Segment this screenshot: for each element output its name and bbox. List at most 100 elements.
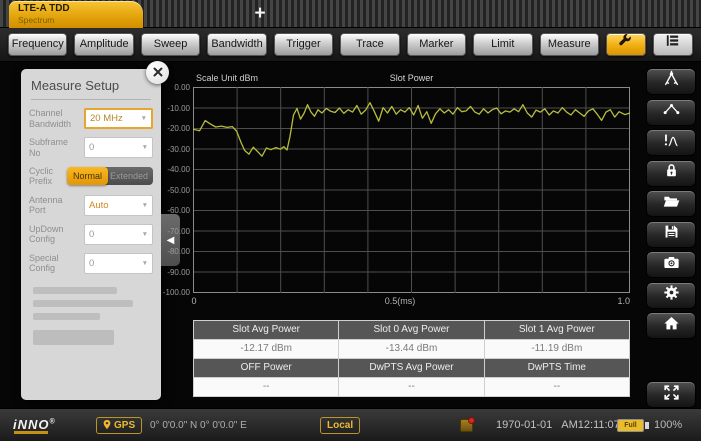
battery-tip [645, 422, 649, 429]
side-toolbar [641, 62, 701, 408]
y-tick-label: -50.00 [167, 185, 190, 195]
table-value-cell: -- [194, 378, 339, 396]
chart-title: Slot Power [389, 73, 434, 83]
subframe-no-dropdown[interactable]: 0 ▼ [84, 137, 153, 158]
lock-button[interactable] [646, 159, 696, 187]
field-special-config: Special Config 0 ▼ [29, 252, 153, 274]
x-tick-0: 0 [191, 296, 197, 306]
table-header-cell: DwPTS Time [484, 359, 629, 377]
y-tick-label: 0.00 [174, 83, 190, 92]
alert-badge [468, 417, 475, 424]
sweep-button[interactable]: Sweep [140, 33, 201, 56]
marker-button[interactable]: Marker [406, 33, 467, 56]
field-antenna-port: Antenna Port Auto ▼ [29, 194, 153, 216]
trigger-button[interactable]: Trigger [273, 33, 334, 56]
tab-lte-a-tdd[interactable]: LTE-A TDD Spectrum [9, 1, 143, 28]
table-row: -- -- -- [194, 378, 629, 396]
datetime: 1970-01-01 AM12:11:07 [496, 419, 620, 431]
local-mode-badge[interactable]: Local [320, 417, 361, 434]
home-button[interactable] [646, 312, 696, 339]
field-updown-config: UpDown Config 0 ▼ [29, 223, 153, 245]
table-row: -12.17 dBm -13.44 dBm -11.19 dBm [194, 340, 629, 358]
table-value-cell: -12.17 dBm [194, 340, 339, 358]
date-label: 1970-01-01 [496, 419, 553, 431]
antenna-port-dropdown[interactable]: Auto ▼ [84, 194, 153, 216]
menu-list-icon [664, 34, 681, 55]
trace-nodes-button[interactable] [646, 98, 696, 126]
wrench-icon [617, 34, 634, 55]
field-label: Antenna Port [29, 194, 63, 216]
slot-power-chart [193, 87, 630, 293]
compass-tool-icon [662, 70, 681, 94]
y-tick-label: -60.00 [167, 206, 190, 215]
table-header-cell: DwPTS Avg Power [339, 359, 484, 377]
field-cyclic-prefix: Cyclic Prefix Normal Extended [29, 166, 153, 187]
y-axis-labels: 0.00 -10.00 -20.00 -30.00 -40.00 -50.00 -60.00… [160, 72, 190, 320]
new-tab-button[interactable]: + [248, 2, 272, 26]
main-area: Measure Setup Channel Bandwidth 20 MHz ▼… [0, 61, 701, 408]
alert-icon[interactable] [460, 417, 475, 432]
spectrum-analyzer-screen: LTE-A TDD Spectrum + Frequency Amplitude… [0, 0, 701, 441]
table-header-cell: Slot 1 Avg Power [484, 321, 629, 339]
compass-tool-button[interactable] [646, 68, 696, 95]
toggle-option-extended[interactable]: Extended [104, 167, 153, 186]
updown-config-dropdown[interactable]: 0 ▼ [84, 223, 153, 245]
tab-title: LTE-A TDD [18, 3, 70, 14]
special-config-dropdown[interactable]: 0 ▼ [84, 252, 153, 274]
x-tick-end: 1.0 [617, 296, 630, 306]
tab-subtitle: Spectrum [18, 15, 55, 25]
field-label: UpDown Config [29, 223, 64, 245]
chevron-down-icon: ▼ [141, 230, 148, 238]
dropdown-value: 0 [89, 257, 95, 269]
battery-percent: 100% [654, 419, 683, 431]
ghost-text-lines [33, 287, 149, 345]
screenshot-button[interactable] [646, 251, 696, 278]
bandwidth-button[interactable]: Bandwidth [207, 33, 267, 56]
field-label: Channel Bandwidth [29, 108, 72, 129]
slot-power-chart-area: Scale Unit dBm Slot Power 0.00 -10.00 -20.… [160, 72, 635, 320]
chevron-down-icon: ▼ [141, 201, 148, 209]
chevron-down-icon: ▼ [141, 259, 148, 267]
results-table: Slot Avg Power Slot 0 Avg Power Slot 1 A… [193, 320, 630, 397]
amplitude-button[interactable]: Amplitude [74, 33, 134, 56]
gps-label: GPS [114, 420, 136, 431]
home-icon [662, 314, 681, 338]
limit-button[interactable]: Limit [473, 33, 533, 56]
chevron-down-icon: ▼ [141, 144, 148, 151]
table-value-cell: -11.19 dBm [484, 340, 629, 358]
y-tick-label: -30.00 [167, 144, 190, 154]
channel-bandwidth-dropdown[interactable]: 20 MHz ▼ [84, 108, 153, 129]
table-row: OFF Power DwPTS Avg Power DwPTS Time [194, 359, 629, 377]
trace-button[interactable]: Trace [340, 33, 400, 56]
lock-icon [662, 161, 681, 185]
measure-button[interactable]: Measure [539, 33, 599, 56]
local-label: Local [327, 420, 354, 431]
gps-status-badge[interactable]: GPS [96, 417, 143, 434]
fullscreen-button[interactable] [646, 381, 696, 408]
fullscreen-icon [662, 383, 681, 407]
x-tick-mid: 0.5(ms) [384, 296, 416, 306]
status-bar: iNNO® GPS 0° 0'0.0" N 0° 0'0.0" E Local … [0, 408, 701, 441]
save-button[interactable] [646, 220, 696, 248]
tools-wrench-button[interactable] [605, 33, 646, 56]
tab-strip: LTE-A TDD Spectrum + [0, 0, 701, 28]
field-label: Subframe No [29, 137, 69, 158]
camera-icon [662, 253, 681, 277]
settings-button[interactable] [646, 281, 696, 309]
time-label: AM12:11:07 [561, 419, 620, 431]
limit-peak-button[interactable] [646, 129, 696, 156]
battery-icon: Full [617, 419, 644, 432]
menu-button[interactable] [652, 33, 693, 56]
chevron-down-icon: ▼ [140, 115, 147, 122]
table-header-cell: Slot Avg Power [194, 321, 339, 339]
toggle-option-normal[interactable]: Normal [66, 167, 108, 186]
brand-logo: iNNO® [13, 417, 56, 432]
y-tick-label: -10.00 [167, 103, 190, 113]
logo-underline [14, 431, 48, 434]
y-tick-label: -80.00 [167, 247, 190, 256]
main-toolbar: Frequency Amplitude Sweep Bandwidth Trig… [0, 28, 701, 62]
y-tick-label: -40.00 [167, 165, 190, 174]
field-label: Cyclic Prefix [29, 166, 53, 187]
open-file-button[interactable] [646, 190, 696, 217]
frequency-button[interactable]: Frequency [8, 33, 68, 56]
